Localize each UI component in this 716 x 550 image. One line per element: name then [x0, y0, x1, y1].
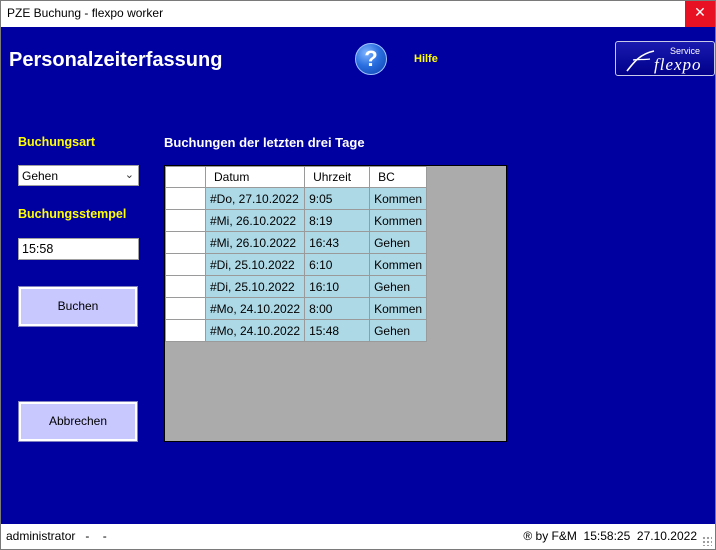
- row-header[interactable]: [165, 297, 206, 320]
- cell-bc[interactable]: Kommen: [369, 297, 428, 320]
- buchungsstempel-input[interactable]: 15:58: [18, 238, 139, 260]
- cell-uhrzeit[interactable]: 15:48: [304, 319, 371, 342]
- cell-uhrzeit[interactable]: 6:10: [304, 253, 371, 276]
- help-link[interactable]: Hilfe: [414, 53, 438, 65]
- row-header[interactable]: [165, 275, 206, 298]
- cell-bc[interactable]: Kommen: [369, 209, 428, 232]
- buchen-button-label: Buchen: [57, 299, 99, 313]
- row-header[interactable]: [165, 319, 206, 342]
- row-header-corner[interactable]: [165, 166, 206, 188]
- cell-bc[interactable]: Gehen: [369, 319, 428, 342]
- cell-bc[interactable]: Kommen: [369, 187, 428, 210]
- table-header-row: Datum Uhrzeit BC: [165, 166, 428, 188]
- page-title: Personalzeiterfassung: [9, 49, 223, 71]
- cell-uhrzeit[interactable]: 9:05: [304, 187, 371, 210]
- chevron-down-icon[interactable]: ⌄: [125, 168, 134, 181]
- buchungsart-value: Gehen: [22, 169, 59, 183]
- cell-bc[interactable]: Gehen: [369, 275, 428, 298]
- cell-datum[interactable]: #Mo, 24.10.2022: [204, 297, 306, 320]
- table-row[interactable]: #Di, 25.10.2022 16:10 Gehen: [165, 275, 428, 298]
- table-row[interactable]: #Mo, 24.10.2022 15:48 Gehen: [165, 319, 428, 342]
- logo-swoosh-icon: [626, 50, 655, 72]
- table-row[interactable]: #Mi, 26.10.2022 8:19 Kommen: [165, 209, 428, 232]
- cell-datum[interactable]: #Do, 27.10.2022: [204, 187, 306, 210]
- cell-datum[interactable]: #Mo, 24.10.2022: [204, 319, 306, 342]
- column-header-bc[interactable]: BC: [369, 166, 428, 188]
- bookings-grid[interactable]: Datum Uhrzeit BC #Do, 27.10.2022 9:05 Ko…: [164, 165, 507, 442]
- cell-uhrzeit[interactable]: 8:19: [304, 209, 371, 232]
- cell-datum[interactable]: #Mi, 26.10.2022: [204, 209, 306, 232]
- cell-bc[interactable]: Gehen: [369, 231, 428, 254]
- table-row[interactable]: #Mo, 24.10.2022 8:00 Kommen: [165, 297, 428, 320]
- cell-uhrzeit[interactable]: 16:43: [304, 231, 371, 254]
- table-row[interactable]: #Di, 25.10.2022 6:10 Kommen: [165, 253, 428, 276]
- cell-uhrzeit[interactable]: 8:00: [304, 297, 371, 320]
- cell-datum[interactable]: #Di, 25.10.2022: [204, 253, 306, 276]
- status-bar: administrator - - ® by F&M 15:58:25 27.1…: [1, 524, 715, 549]
- table-row[interactable]: #Do, 27.10.2022 9:05 Kommen: [165, 187, 428, 210]
- buchen-button[interactable]: Buchen: [18, 286, 138, 327]
- bookings-table: Datum Uhrzeit BC #Do, 27.10.2022 9:05 Ko…: [165, 166, 428, 342]
- abbrechen-button-label: Abbrechen: [48, 414, 108, 428]
- buchungsart-select[interactable]: Gehen ⌄: [18, 165, 139, 186]
- logo-brand-text: flexpo: [654, 55, 702, 74]
- main-panel: Personalzeiterfassung ? Hilfe Service fl…: [1, 27, 715, 524]
- row-header[interactable]: [165, 231, 206, 254]
- flexpo-logo: Service flexpo: [615, 41, 715, 76]
- cell-uhrzeit[interactable]: 16:10: [304, 275, 371, 298]
- window-title: PZE Buchung - flexpo worker: [7, 6, 164, 20]
- close-icon[interactable]: ✕: [685, 1, 715, 27]
- row-header[interactable]: [165, 187, 206, 210]
- column-header-uhrzeit[interactable]: Uhrzeit: [304, 166, 371, 188]
- cell-datum[interactable]: #Mi, 26.10.2022: [204, 231, 306, 254]
- abbrechen-button[interactable]: Abbrechen: [18, 401, 138, 442]
- cell-datum[interactable]: #Di, 25.10.2022: [204, 275, 306, 298]
- buchungsstempel-label: Buchungsstempel: [18, 207, 127, 221]
- grid-title: Buchungen der letzten drei Tage: [164, 135, 365, 150]
- resize-grip-icon[interactable]: [702, 536, 712, 546]
- app-window: PZE Buchung - flexpo worker ✕ Personalze…: [0, 0, 716, 550]
- table-row[interactable]: #Mi, 26.10.2022 16:43 Gehen: [165, 231, 428, 254]
- column-header-datum[interactable]: Datum: [204, 166, 306, 188]
- cell-bc[interactable]: Kommen: [369, 253, 428, 276]
- help-icon[interactable]: ?: [355, 43, 387, 75]
- title-bar[interactable]: PZE Buchung - flexpo worker ✕: [1, 1, 715, 27]
- status-info: ® by F&M 15:58:25 27.10.2022: [523, 529, 697, 543]
- buchungsart-label: Buchungsart: [18, 135, 96, 149]
- row-header[interactable]: [165, 209, 206, 232]
- status-user: administrator - -: [6, 529, 107, 543]
- row-header[interactable]: [165, 253, 206, 276]
